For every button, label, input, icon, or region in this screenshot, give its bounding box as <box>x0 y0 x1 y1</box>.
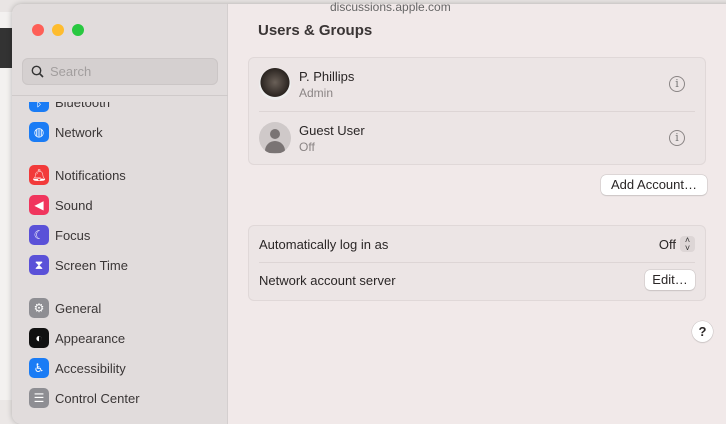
info-icon[interactable]: i <box>669 76 685 92</box>
sidebar-item-general[interactable]: ⚙ General <box>29 298 101 318</box>
globe-icon: ◍ <box>29 122 49 142</box>
sidebar-item-network[interactable]: ◍ Network <box>29 122 103 142</box>
search-icon <box>31 65 44 78</box>
user-status: Off <box>299 139 315 154</box>
search-placeholder: Search <box>50 64 92 79</box>
sidebar-item-notifications[interactable]: 🔔︎ Notifications <box>29 165 126 185</box>
sidebar-item-label: Bluetooth <box>55 94 110 110</box>
minimize-button[interactable] <box>52 24 64 36</box>
speaker-icon: ◀ <box>29 195 49 215</box>
sidebar-item-control-center[interactable]: ☰ Control Center <box>29 388 140 408</box>
sidebar-item-label: Appearance <box>55 330 126 346</box>
system-settings-window: Search ᛒ Bluetooth ◍ Network 🔔︎ Notifications… <box>12 4 726 424</box>
help-button[interactable]: ? <box>692 321 713 342</box>
login-options-card: Automatically log in as Off ˄ ˅ Network a… <box>248 225 706 301</box>
sidebar-item-label: Network <box>55 124 103 140</box>
info-icon[interactable]: i <box>669 130 685 146</box>
sidebar-item-label: Sound <box>55 197 93 213</box>
sidebar-item-sound[interactable]: ◀ Sound <box>29 195 93 215</box>
background-url: discussions.apple.com <box>330 0 451 14</box>
sidebar-item-accessibility[interactable]: ♿︎ Accessibility <box>29 358 126 378</box>
auto-login-row: Automatically log in as Off ˄ ˅ <box>259 234 695 254</box>
bell-icon: 🔔︎ <box>29 165 49 185</box>
sidebar-item-label: Focus <box>55 227 91 243</box>
user-name: Guest User <box>299 122 365 138</box>
window-controls <box>32 24 84 36</box>
sidebar-item-label: Accessibility <box>55 360 126 376</box>
sidebar: Search ᛒ Bluetooth ◍ Network 🔔︎ Notifications… <box>12 4 228 424</box>
sidebar-item-focus[interactable]: ☾ Focus <box>29 225 90 245</box>
row-divider <box>259 262 695 263</box>
network-server-row: Network account server <box>259 270 695 290</box>
hourglass-icon: ⧗ <box>29 255 49 275</box>
close-button[interactable] <box>32 24 44 36</box>
accessibility-icon: ♿︎ <box>29 358 49 378</box>
user-row-admin[interactable]: P. Phillips Admin i <box>259 68 695 100</box>
sidebar-item-label: General <box>55 300 102 316</box>
sidebar-item-label: Screen Time <box>55 257 128 273</box>
add-account-button[interactable]: Add Account… <box>601 175 707 195</box>
user-name: P. Phillips <box>299 68 355 84</box>
sidebar-item-label: Notifications <box>55 167 126 183</box>
search-divider <box>12 95 228 96</box>
appearance-icon: ◐ <box>29 328 49 348</box>
person-avatar-icon <box>259 122 291 154</box>
network-server-label: Network account server <box>259 272 396 288</box>
row-divider <box>259 111 695 112</box>
auto-login-value: Off <box>658 236 676 252</box>
user-role: Admin <box>299 85 334 100</box>
moon-icon: ☾ <box>29 225 49 245</box>
search-input[interactable]: Search <box>22 58 218 85</box>
chevron-updown-icon: ˄ ˅ <box>680 236 695 253</box>
sidebar-item-appearance[interactable]: ◐ Appearance <box>29 328 125 348</box>
gear-icon: ⚙ <box>29 298 49 318</box>
switches-icon: ☰ <box>29 388 49 408</box>
zoom-button[interactable] <box>72 24 84 36</box>
sidebar-item-screen-time[interactable]: ⧗ Screen Time <box>29 255 128 275</box>
sidebar-item-label: Control Center <box>55 390 140 406</box>
owl-avatar <box>259 68 291 100</box>
main-panel: Users & Groups P. Phillips Admin i Guest … <box>228 4 726 424</box>
page-title: Users & Groups <box>258 22 373 39</box>
users-card: P. Phillips Admin i Guest User Off i <box>248 57 706 165</box>
user-row-guest[interactable]: Guest User Off i <box>259 122 695 154</box>
edit-button[interactable]: Edit… <box>645 270 695 290</box>
auto-login-label: Automatically log in as <box>259 236 389 252</box>
auto-login-select[interactable]: Off ˄ ˅ <box>658 236 695 253</box>
